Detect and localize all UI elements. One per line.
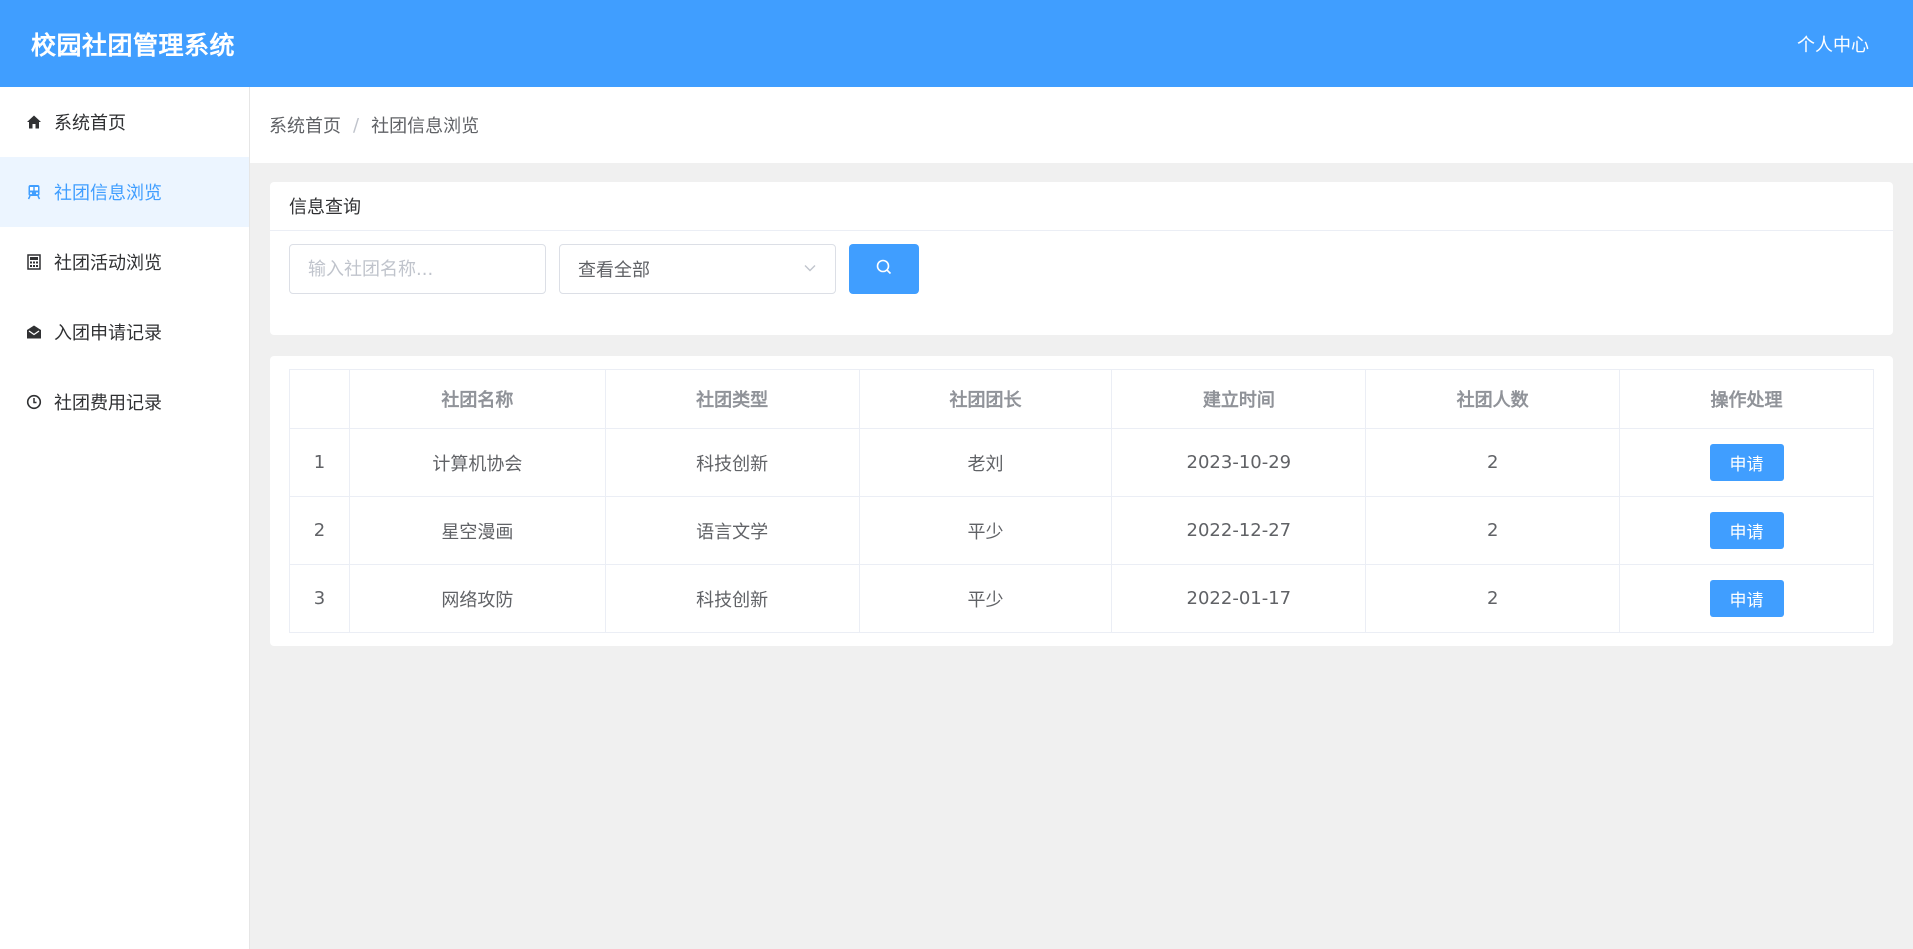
select-value: 查看全部 — [578, 260, 650, 281]
club-name: 星空漫画 — [348, 496, 606, 565]
top-header: 校园社团管理系统 个人中心 — [0, 0, 1913, 87]
club-type-select[interactable]: 查看全部 — [559, 244, 836, 294]
club-date: 2022-01-17 — [1111, 564, 1367, 633]
table-row: 1 计算机协会 科技创新 老刘 2023-10-29 2 申请 — [289, 428, 1874, 497]
row-index: 2 — [289, 496, 350, 565]
column-header-index — [289, 369, 350, 429]
column-header-members: 社团人数 — [1365, 369, 1621, 429]
club-members: 2 — [1365, 496, 1621, 565]
column-header-date: 建立时间 — [1111, 369, 1367, 429]
query-card-title: 信息查询 — [270, 182, 1893, 231]
club-name: 网络攻防 — [348, 564, 606, 633]
breadcrumb-current: 社团信息浏览 — [371, 116, 480, 137]
apply-button[interactable]: 申请 — [1709, 444, 1784, 481]
sidebar-item-fee-records[interactable]: 社团费用记录 — [0, 367, 249, 437]
user-center-link[interactable]: 个人中心 — [1797, 31, 1869, 57]
home-icon — [24, 112, 44, 132]
club-date: 2022-12-27 — [1111, 496, 1367, 565]
club-type: 科技创新 — [604, 564, 860, 633]
sidebar-item-label: 入团申请记录 — [54, 323, 162, 344]
app-title: 校园社团管理系统 — [31, 30, 236, 60]
club-type: 科技创新 — [604, 428, 860, 497]
table-row: 2 星空漫画 语言文学 平少 2022-12-27 2 申请 — [289, 496, 1874, 565]
club-leader: 平少 — [858, 496, 1113, 565]
search-icon — [875, 258, 893, 281]
club-table-card: 社团名称 社团类型 社团团长 建立时间 社团人数 操作处理 1 计算机协会 科技… — [270, 356, 1893, 646]
column-header-name: 社团名称 — [348, 369, 606, 429]
club-leader: 平少 — [858, 564, 1113, 633]
club-name-search-input[interactable] — [289, 244, 546, 294]
table-row: 3 网络攻防 科技创新 平少 2022-01-17 2 申请 — [289, 564, 1874, 633]
sidebar-item-label: 社团活动浏览 — [54, 253, 162, 274]
envelope-open-icon — [24, 322, 44, 342]
column-header-type: 社团类型 — [604, 369, 860, 429]
chevron-down-icon — [803, 259, 817, 280]
column-header-leader: 社团团长 — [858, 369, 1113, 429]
sidebar-item-label: 社团费用记录 — [54, 393, 162, 414]
club-members: 2 — [1365, 428, 1621, 497]
row-index: 1 — [289, 428, 350, 497]
sidebar: 系统首页 社团信息浏览 社团活动浏览 入团申请记录 社团费用记录 — [0, 87, 250, 949]
sidebar-item-home[interactable]: 系统首页 — [0, 87, 249, 157]
club-name: 计算机协会 — [348, 428, 606, 497]
search-button[interactable] — [849, 244, 919, 294]
row-index: 3 — [289, 564, 350, 633]
breadcrumb: 系统首页 / 社团信息浏览 — [250, 87, 1913, 163]
sidebar-item-label: 系统首页 — [54, 113, 126, 134]
query-card: 信息查询 查看全部 — [270, 182, 1893, 335]
breadcrumb-home[interactable]: 系统首页 — [269, 112, 341, 138]
breadcrumb-separator: / — [353, 114, 360, 136]
clock-icon — [24, 392, 44, 412]
sidebar-item-label: 社团信息浏览 — [54, 183, 162, 204]
club-date: 2023-10-29 — [1111, 428, 1367, 497]
club-members: 2 — [1365, 564, 1621, 633]
sidebar-item-club-activities[interactable]: 社团活动浏览 — [0, 227, 249, 297]
column-header-action: 操作处理 — [1619, 369, 1874, 429]
table-header-row: 社团名称 社团类型 社团团长 建立时间 社团人数 操作处理 — [289, 369, 1874, 429]
apply-button[interactable]: 申请 — [1709, 580, 1784, 617]
sidebar-item-club-info[interactable]: 社团信息浏览 — [0, 157, 249, 227]
apply-button[interactable]: 申请 — [1709, 512, 1784, 549]
sidebar-item-join-records[interactable]: 入团申请记录 — [0, 297, 249, 367]
club-table: 社团名称 社团类型 社团团长 建立时间 社团人数 操作处理 1 计算机协会 科技… — [289, 369, 1874, 633]
club-leader: 老刘 — [858, 428, 1113, 497]
train-icon — [24, 182, 44, 202]
club-type: 语言文学 — [604, 496, 860, 565]
calculator-icon — [24, 252, 44, 272]
